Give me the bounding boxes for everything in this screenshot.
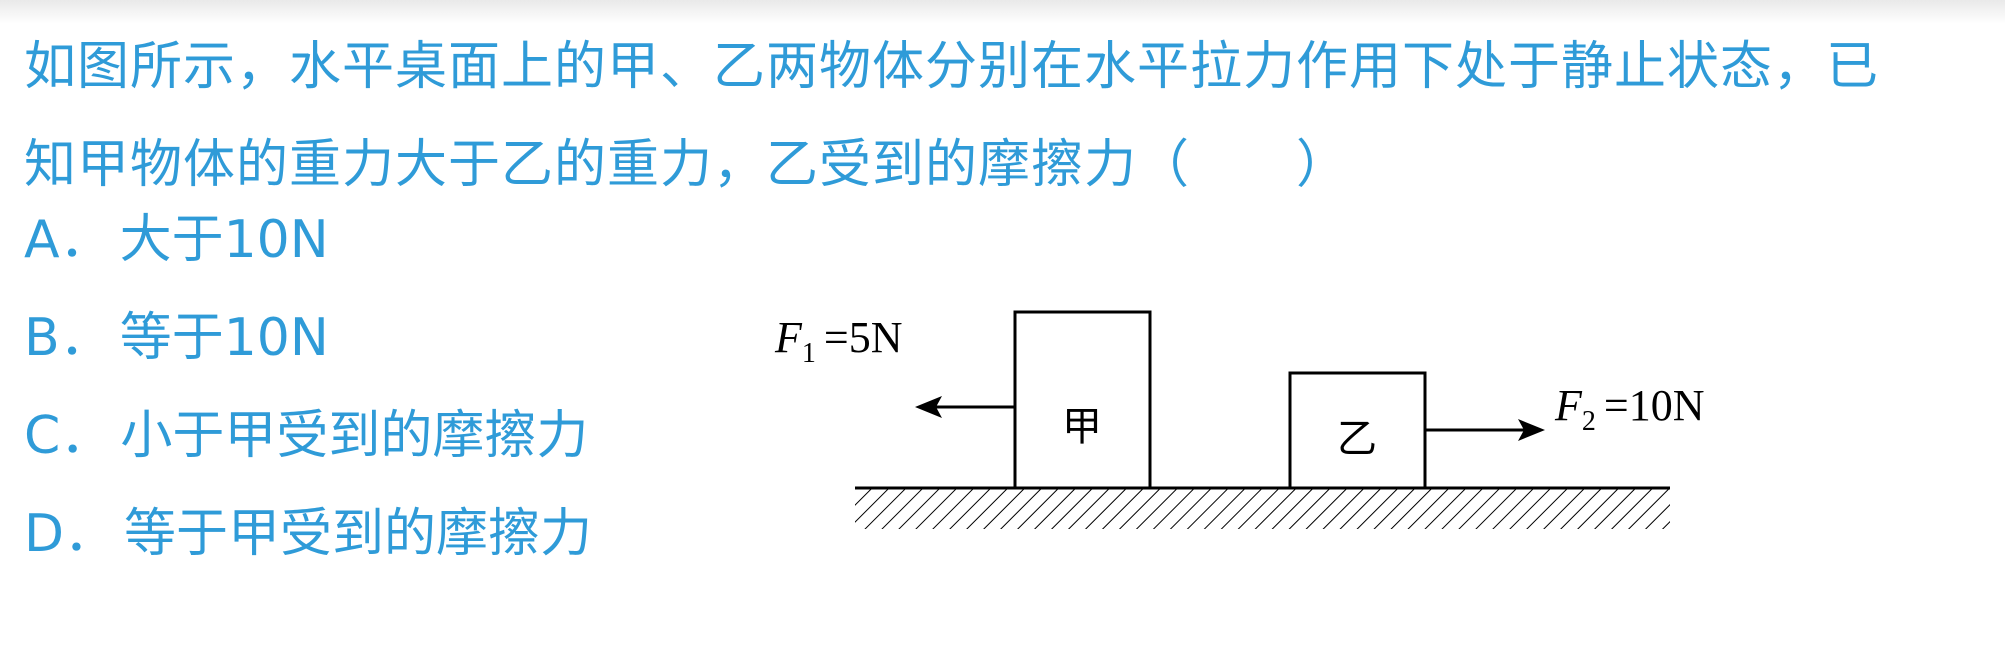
option-c-text: 小于甲受到的摩擦力 <box>120 406 589 466</box>
block-yi-label: 乙 <box>1337 416 1377 462</box>
force2-subscript: 2 <box>1582 406 1596 437</box>
diagram-svg: 甲 乙 F1 =5N F2 =10N <box>774 310 1704 529</box>
option-a[interactable]: A． 大于10N <box>24 210 329 270</box>
ground-hatching <box>855 489 1670 529</box>
option-d-letter: D． <box>24 504 117 564</box>
option-b[interactable]: B． 等于10N <box>24 308 329 368</box>
force1-label: F1 =5N <box>774 313 902 369</box>
question-stem: 如图所示，水平桌面上的甲、乙两物体分别在水平拉力作用下处于静止状态，已 知甲物体… <box>24 18 1974 214</box>
force2-label: F2 =10N <box>1554 381 1704 437</box>
force1-subscript: 1 <box>802 338 816 369</box>
physics-diagram: 甲 乙 F1 =5N F2 =10N <box>730 290 1750 560</box>
option-d-text: 等于甲受到的摩擦力 <box>124 504 593 564</box>
block-jia <box>1013 310 1152 490</box>
option-c-letter: C． <box>24 406 113 466</box>
force1-value: =5N <box>824 313 903 362</box>
option-d[interactable]: D． 等于甲受到的摩擦力 <box>24 504 592 564</box>
option-a-letter: A． <box>24 210 112 270</box>
option-b-text: 等于10N <box>119 308 329 368</box>
question-line-1: 如图所示，水平桌面上的甲、乙两物体分别在水平拉力作用下处于静止状态，已 <box>24 37 1880 97</box>
force1-symbol: F <box>774 313 803 362</box>
option-a-text: 大于10N <box>119 210 329 270</box>
force2-value: =10N <box>1604 381 1705 430</box>
force2-symbol: F <box>1554 381 1583 430</box>
option-b-letter: B． <box>24 308 112 368</box>
block-jia-label: 甲 <box>1062 404 1102 450</box>
option-c[interactable]: C． 小于甲受到的摩擦力 <box>24 406 588 466</box>
question-line-2: 知甲物体的重力大于乙的重力，乙受到的摩擦力（ ） <box>24 135 1350 195</box>
